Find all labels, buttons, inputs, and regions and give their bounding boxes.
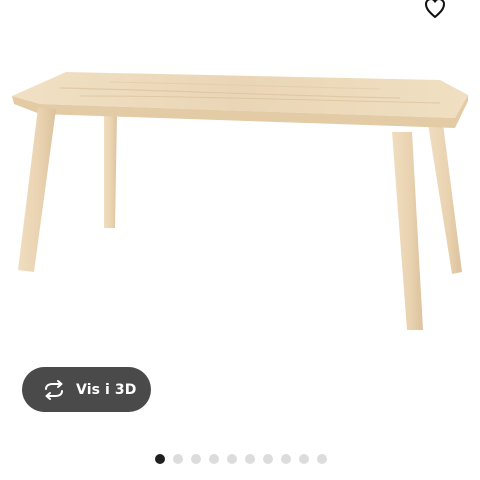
table-leg-back-left	[104, 112, 117, 228]
carousel-dot[interactable]	[263, 454, 273, 464]
carousel-dot[interactable]	[245, 454, 255, 464]
carousel-dot[interactable]	[227, 454, 237, 464]
rotate-arrows-icon	[45, 379, 63, 400]
table-leg-back-right	[428, 124, 462, 274]
carousel-dot[interactable]	[173, 454, 183, 464]
view-in-3d-button[interactable]: Vis i 3D	[22, 367, 151, 412]
heart-outline-icon	[425, 0, 445, 18]
table-leg-front-right	[392, 132, 423, 330]
carousel-dot[interactable]	[281, 454, 291, 464]
image-carousel-indicator	[155, 454, 327, 464]
carousel-dot[interactable]	[209, 454, 219, 464]
carousel-dot[interactable]	[299, 454, 309, 464]
carousel-dot[interactable]	[191, 454, 201, 464]
carousel-dot[interactable]	[155, 454, 165, 464]
product-image-table	[12, 72, 468, 330]
carousel-dot[interactable]	[317, 454, 327, 464]
table-leg-front-left	[18, 108, 56, 272]
view-in-3d-label: Vis i 3D	[76, 381, 137, 398]
favorite-button[interactable]	[420, 0, 450, 20]
product-gallery-screen: Vis i 3D	[0, 0, 480, 480]
